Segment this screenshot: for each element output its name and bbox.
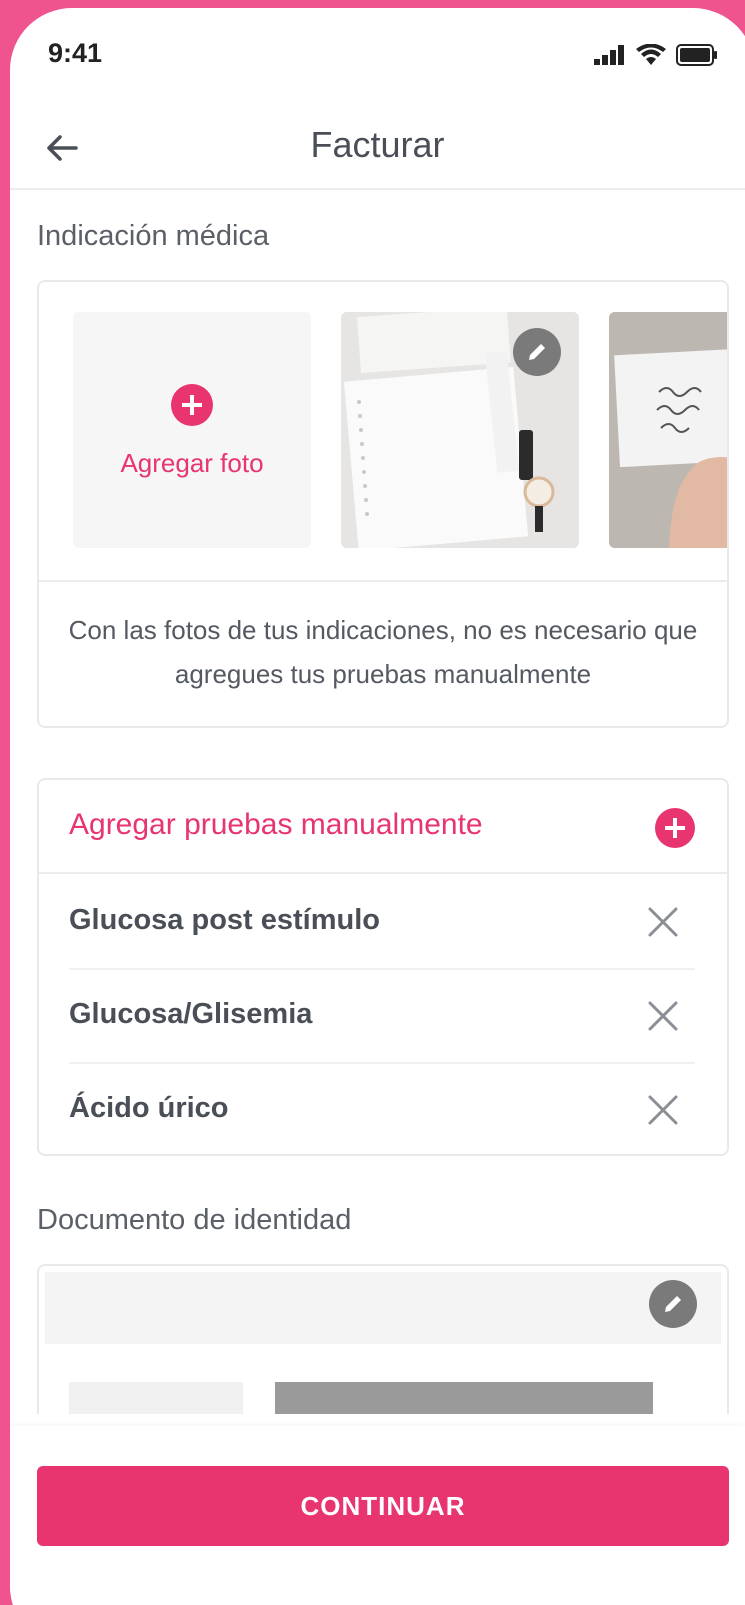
status-bar: 9:41 [10,8,745,108]
continue-button[interactable]: CONTINUAR [37,1466,729,1546]
medical-indication-label: Indicación médica [37,220,270,252]
page-title: Facturar [310,124,445,165]
list-item: Glucosa post estímulo [39,874,727,970]
test-name: Glucosa post estímulo [69,904,380,936]
divider [39,580,727,582]
list-item: Ácido úrico [39,1062,727,1158]
manual-tests-card: Agregar pruebas manualmente Glucosa post… [37,778,729,1156]
add-photo-label: Agregar foto [120,448,264,478]
wifi-icon [636,44,666,65]
pencil-icon [665,1296,681,1312]
photo-thumbnail[interactable] [609,312,727,548]
document-preview-header [45,1272,721,1344]
bottom-action-bar: CONTINUAR [10,1426,745,1605]
close-icon[interactable] [645,904,681,940]
phone-screen: 9:41 Facturar Indicación médica Agregar … [10,8,745,1605]
plus-icon[interactable] [655,808,695,848]
document-preview-block [275,1382,653,1414]
photo-thumbnail[interactable] [341,312,579,548]
list-item: Glucosa/Glisemia [39,968,727,1064]
nav-bar: Facturar [10,108,745,190]
identity-document-label: Documento de identidad [37,1204,352,1236]
identity-document-card[interactable] [37,1264,729,1414]
photo-row[interactable]: Agregar foto [39,282,727,582]
battery-icon [676,44,717,66]
signal-icon [594,45,624,65]
add-tests-manually-label: Agregar pruebas manualmente [69,808,483,841]
pencil-icon [529,344,545,360]
close-icon[interactable] [645,998,681,1034]
handwritten-note-photo-icon [609,312,727,548]
medical-indication-card: Agregar foto Con las fotos de tus indica… [37,280,729,728]
test-name: Ácido úrico [69,1092,229,1124]
test-name: Glucosa/Glisemia [69,998,313,1030]
close-icon[interactable] [645,1092,681,1128]
plus-icon [171,384,213,426]
status-icons [594,44,718,66]
add-tests-manually-button[interactable]: Agregar pruebas manualmente [39,780,727,874]
edit-document-button[interactable] [649,1280,697,1328]
status-time: 9:41 [48,38,103,68]
edit-photo-button[interactable] [513,328,561,376]
photo-hint-text: Con las fotos de tus indicaciones, no es… [68,615,698,689]
document-preview-block [69,1382,243,1414]
add-photo-button[interactable]: Agregar foto [73,312,311,548]
